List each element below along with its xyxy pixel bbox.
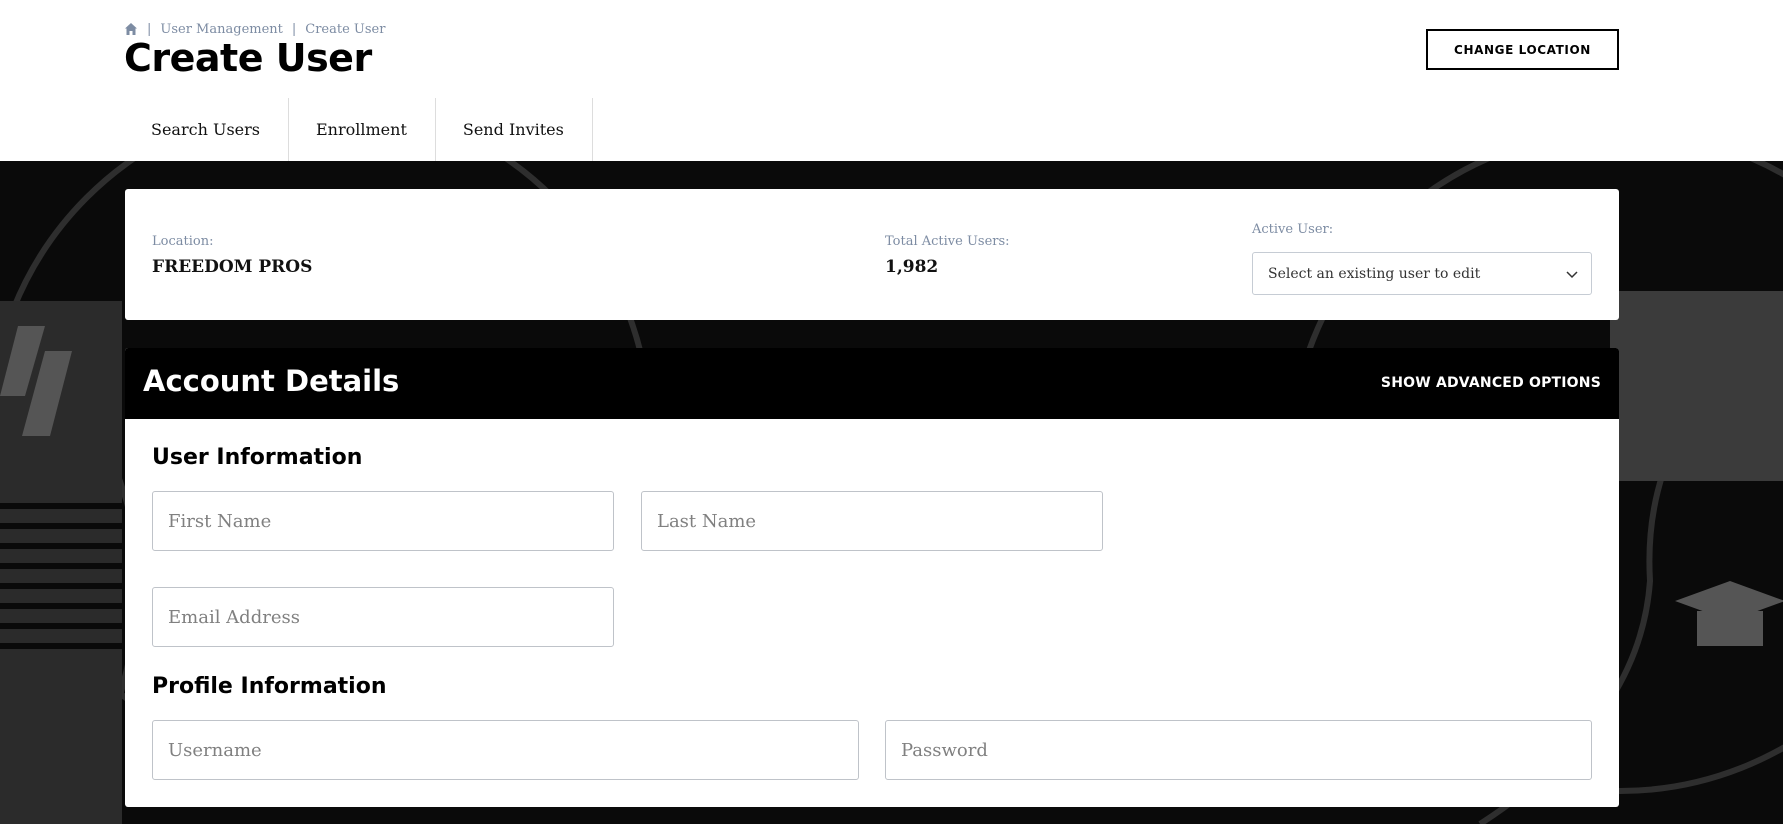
- user-information-title: User Information: [152, 445, 363, 470]
- home-icon[interactable]: [124, 22, 138, 36]
- tab-enrollment[interactable]: Enrollment: [289, 98, 436, 161]
- breadcrumb-separator: |: [147, 21, 152, 37]
- sub-nav-tabs: Search Users Enrollment Send Invites: [124, 98, 593, 161]
- active-user-select-value: Select an existing user to edit: [1268, 265, 1481, 282]
- last-name-input[interactable]: [641, 491, 1103, 551]
- page-title: Create User: [124, 36, 372, 80]
- breadcrumb-create-user: Create User: [305, 21, 386, 37]
- tab-search-users[interactable]: Search Users: [124, 98, 289, 161]
- account-details-panel: Account Details SHOW ADVANCED OPTIONS Us…: [125, 348, 1619, 807]
- active-user-select[interactable]: Select an existing user to edit: [1252, 252, 1592, 295]
- active-user-label: Active User:: [1252, 222, 1334, 237]
- account-details-header: Account Details SHOW ADVANCED OPTIONS: [125, 348, 1619, 419]
- first-name-input[interactable]: [152, 491, 614, 551]
- email-address-input[interactable]: [152, 587, 614, 647]
- total-active-users-label: Total Active Users:: [885, 234, 1010, 249]
- username-input[interactable]: [152, 720, 859, 780]
- location-label: Location:: [152, 234, 214, 249]
- breadcrumb-separator: |: [291, 21, 297, 37]
- page-header: | User Management | Create User Create U…: [0, 0, 1783, 161]
- breadcrumb-user-management[interactable]: User Management: [160, 22, 282, 37]
- account-details-title: Account Details: [143, 364, 400, 398]
- chevron-down-icon: [1566, 271, 1578, 279]
- location-summary-card: Location: FREEDOM PROS Total Active User…: [125, 189, 1619, 320]
- profile-information-title: Profile Information: [152, 674, 387, 699]
- tab-send-invites[interactable]: Send Invites: [436, 98, 593, 161]
- show-advanced-options-button[interactable]: SHOW ADVANCED OPTIONS: [1381, 375, 1601, 391]
- location-value: FREEDOM PROS: [152, 257, 313, 277]
- total-active-users-value: 1,982: [885, 257, 939, 277]
- password-input[interactable]: [885, 720, 1592, 780]
- change-location-button[interactable]: CHANGE LOCATION: [1426, 29, 1619, 70]
